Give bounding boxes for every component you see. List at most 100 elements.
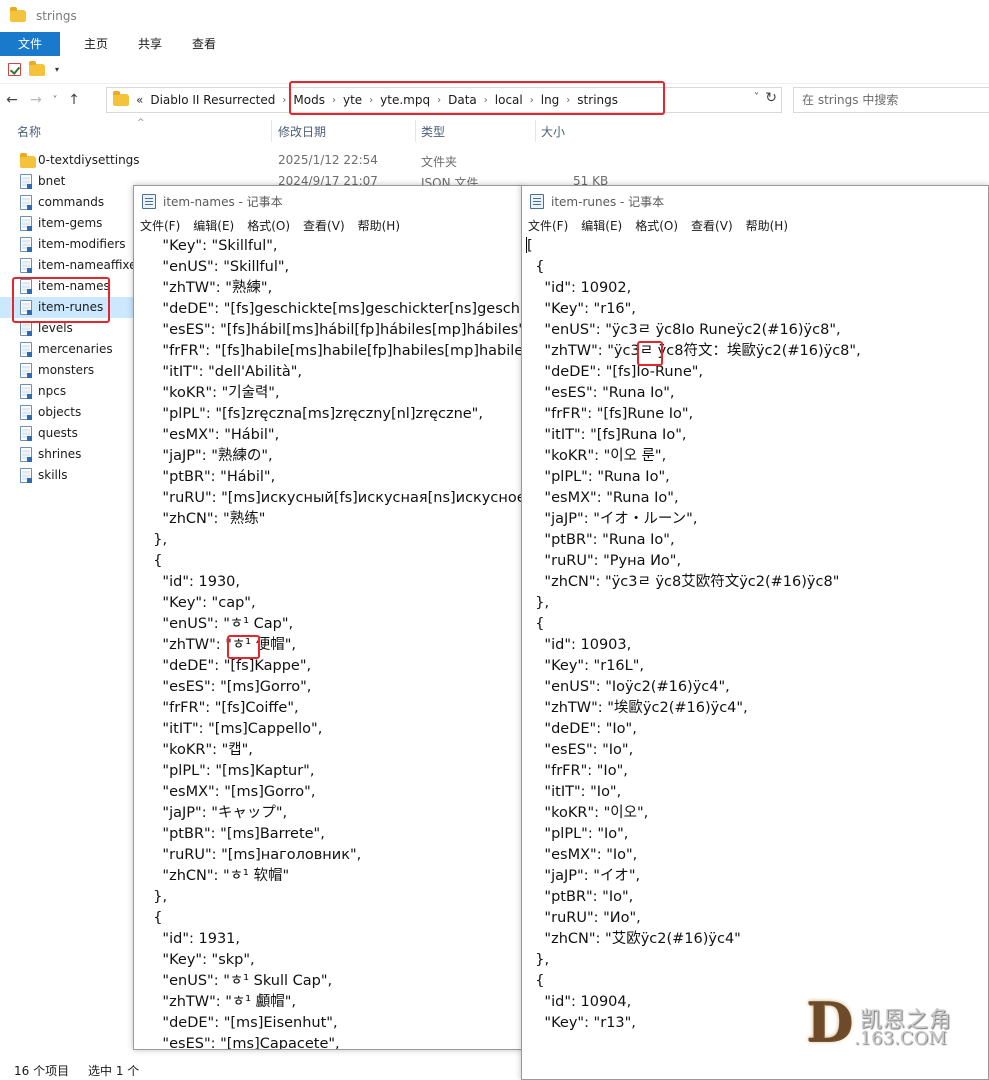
column-divider[interactable] bbox=[535, 120, 536, 142]
explorer-titlebar: strings bbox=[0, 0, 989, 32]
text-line: "zhCN": "ㅎ¹ 软帽" bbox=[144, 868, 290, 884]
breadcrumb-item[interactable]: Diablo II Resurrected bbox=[147, 93, 278, 107]
new-folder-icon[interactable] bbox=[29, 60, 45, 76]
text-line: "zhCN": "ÿc3ㄹ ÿc8艾欧符文ÿc2(#16)ÿc8" bbox=[526, 574, 840, 590]
text-line: "ruRU": "[ms]искусный[fs]искусная[ns]иск… bbox=[144, 490, 523, 506]
sort-ascending-icon: ^ bbox=[137, 118, 145, 128]
dropdown-icon[interactable]: ˅ bbox=[754, 92, 759, 103]
text-line: "jaJP": "イオ", bbox=[526, 868, 641, 884]
chevron-right-icon[interactable]: › bbox=[433, 95, 445, 106]
menu-file[interactable]: 文件(F) bbox=[140, 216, 180, 236]
tab-share[interactable]: 共享 bbox=[123, 32, 177, 56]
search-input[interactable]: 在 strings 中搜索 bbox=[793, 87, 989, 113]
notepad-titlebar[interactable]: item-runes - 记事本 bbox=[522, 186, 988, 216]
tab-view[interactable]: 查看 bbox=[177, 32, 231, 56]
menu-help[interactable]: 帮助(H) bbox=[746, 216, 788, 236]
list-item[interactable]: 0-textdiysettings bbox=[0, 150, 200, 171]
tab-file[interactable]: 文件 bbox=[0, 32, 61, 56]
text-line: "Key": "r16", bbox=[526, 301, 636, 317]
column-name[interactable]: 名称 bbox=[17, 123, 41, 140]
breadcrumb-item[interactable]: yte.mpq bbox=[377, 93, 433, 107]
notepad-text-area[interactable]: [ { "id": 10902, "Key": "r16", "enUS": "… bbox=[526, 236, 988, 1034]
menu-help[interactable]: 帮助(H) bbox=[358, 216, 400, 236]
status-item-count: 16 个项目 bbox=[14, 1064, 70, 1078]
text-line: "esES": "Runa Io", bbox=[526, 385, 675, 401]
text-line: "esMX": "Runa Io", bbox=[526, 490, 679, 506]
text-line: "ptBR": "Runa Io", bbox=[526, 532, 675, 548]
menu-format[interactable]: 格式(O) bbox=[635, 216, 678, 236]
address-bar[interactable]: « Diablo II Resurrected › Mods › yte › y… bbox=[106, 87, 782, 113]
chevron-right-icon[interactable]: › bbox=[480, 95, 492, 106]
menu-format[interactable]: 格式(O) bbox=[247, 216, 290, 236]
column-divider[interactable] bbox=[415, 120, 416, 142]
breadcrumb-item[interactable]: yte bbox=[340, 93, 365, 107]
file-name: item-modifiers bbox=[38, 237, 126, 251]
chevron-right-icon[interactable]: › bbox=[328, 95, 340, 106]
folder-icon bbox=[113, 91, 129, 106]
chevron-right-icon[interactable]: › bbox=[562, 95, 574, 106]
list-item-selected[interactable]: item-runes bbox=[0, 297, 135, 318]
text-line: [ bbox=[526, 237, 533, 254]
customize-toolbar-icon[interactable]: ▾ bbox=[55, 65, 59, 74]
menu-view[interactable]: 查看(V) bbox=[303, 216, 345, 236]
menu-edit[interactable]: 编辑(E) bbox=[193, 216, 234, 236]
text-line: "zhTW": "ㅎ¹ 顱帽", bbox=[144, 994, 296, 1010]
text-line: "zhTW": "熟練", bbox=[144, 280, 273, 296]
breadcrumb-item[interactable]: strings bbox=[574, 93, 621, 107]
breadcrumb-item[interactable]: Mods bbox=[290, 93, 328, 107]
text-caret bbox=[526, 237, 527, 253]
file-name: item-runes bbox=[38, 300, 104, 314]
file-name: commands bbox=[38, 195, 105, 209]
json-file-icon bbox=[20, 426, 32, 441]
text-line: "koKR": "기술력", bbox=[144, 385, 280, 401]
breadcrumb-item[interactable]: local bbox=[492, 93, 526, 107]
tab-home[interactable]: 主页 bbox=[69, 32, 123, 56]
menu-edit[interactable]: 编辑(E) bbox=[581, 216, 622, 236]
recent-locations-icon[interactable]: ˅ bbox=[48, 95, 62, 106]
notepad-titlebar[interactable]: item-names - 记事本 bbox=[134, 186, 522, 216]
breadcrumb-item[interactable]: Data bbox=[445, 93, 480, 107]
notepad-window-item-runes[interactable]: item-runes - 记事本 文件(F) 编辑(E) 格式(O) 查看(V)… bbox=[521, 185, 989, 1080]
column-type[interactable]: 类型 bbox=[421, 123, 445, 140]
watermark-logo: D bbox=[806, 990, 853, 1054]
text-line: "deDE": "[fs]geschickte[ms]geschickter[n… bbox=[144, 301, 523, 317]
column-size[interactable]: 大小 bbox=[541, 123, 565, 140]
text-line: "esMX": "Io", bbox=[526, 847, 638, 863]
text-line: "Key": "Skillful", bbox=[144, 238, 278, 254]
quick-access-toolbar: ▾ bbox=[0, 56, 989, 84]
up-arrow-icon[interactable]: ↑ bbox=[62, 92, 86, 108]
file-name: bnet bbox=[38, 174, 66, 188]
chevron-right-icon[interactable]: › bbox=[526, 95, 538, 106]
column-divider[interactable] bbox=[271, 120, 272, 142]
text-line: "frFR": "[fs]habile[ms]habile[fp]habiles… bbox=[144, 343, 523, 359]
chevron-right-icon[interactable]: › bbox=[278, 95, 290, 106]
text-line: "esMX": "Hábil", bbox=[144, 427, 280, 443]
text-line: "zhTW": "ÿc3ㄹ ÿc8符文：埃歐ÿc2(#16)ÿc8", bbox=[526, 343, 861, 359]
menu-view[interactable]: 查看(V) bbox=[691, 216, 733, 236]
text-line: "enUS": "Ioÿc2(#16)ÿc4", bbox=[526, 679, 730, 695]
text-line: "deDE": "[ms]Eisenhut", bbox=[144, 1015, 338, 1031]
json-file-icon bbox=[20, 468, 32, 483]
back-arrow-icon[interactable]: ← bbox=[0, 92, 24, 108]
text-line: { bbox=[526, 973, 545, 989]
breadcrumb-overflow[interactable]: « bbox=[136, 93, 143, 107]
text-line: "plPL": "Runa Io", bbox=[526, 469, 670, 485]
text-line: "deDE": "[fs]Io-Rune", bbox=[526, 364, 704, 380]
text-line: "Key": "cap", bbox=[144, 595, 256, 611]
column-date[interactable]: 修改日期 bbox=[278, 123, 326, 140]
notepad-window-item-names[interactable]: item-names - 记事本 文件(F) 编辑(E) 格式(O) 查看(V)… bbox=[133, 185, 523, 1050]
properties-icon[interactable] bbox=[8, 63, 21, 76]
text-line: "jaJP": "キャップ", bbox=[144, 805, 288, 821]
menu-file[interactable]: 文件(F) bbox=[528, 216, 568, 236]
breadcrumb-item[interactable]: lng bbox=[538, 93, 563, 107]
text-line: "zhTW": "ㅎ¹ 便帽", bbox=[144, 637, 296, 653]
text-line: "ptBR": "Hábil", bbox=[144, 469, 276, 485]
text-line: "itIT": "dell'Abilità", bbox=[144, 364, 303, 380]
text-line: { bbox=[144, 553, 163, 569]
notepad-text-area[interactable]: "Key": "Skillful", "enUS": "Skillful", "… bbox=[144, 236, 523, 1049]
chevron-right-icon[interactable]: › bbox=[365, 95, 377, 106]
forward-arrow-icon[interactable]: → bbox=[24, 92, 48, 108]
json-file-icon bbox=[20, 342, 32, 357]
ribbon-tabs: 文件 主页 共享 查看 bbox=[0, 32, 989, 56]
refresh-icon[interactable]: ↻ bbox=[765, 90, 777, 106]
